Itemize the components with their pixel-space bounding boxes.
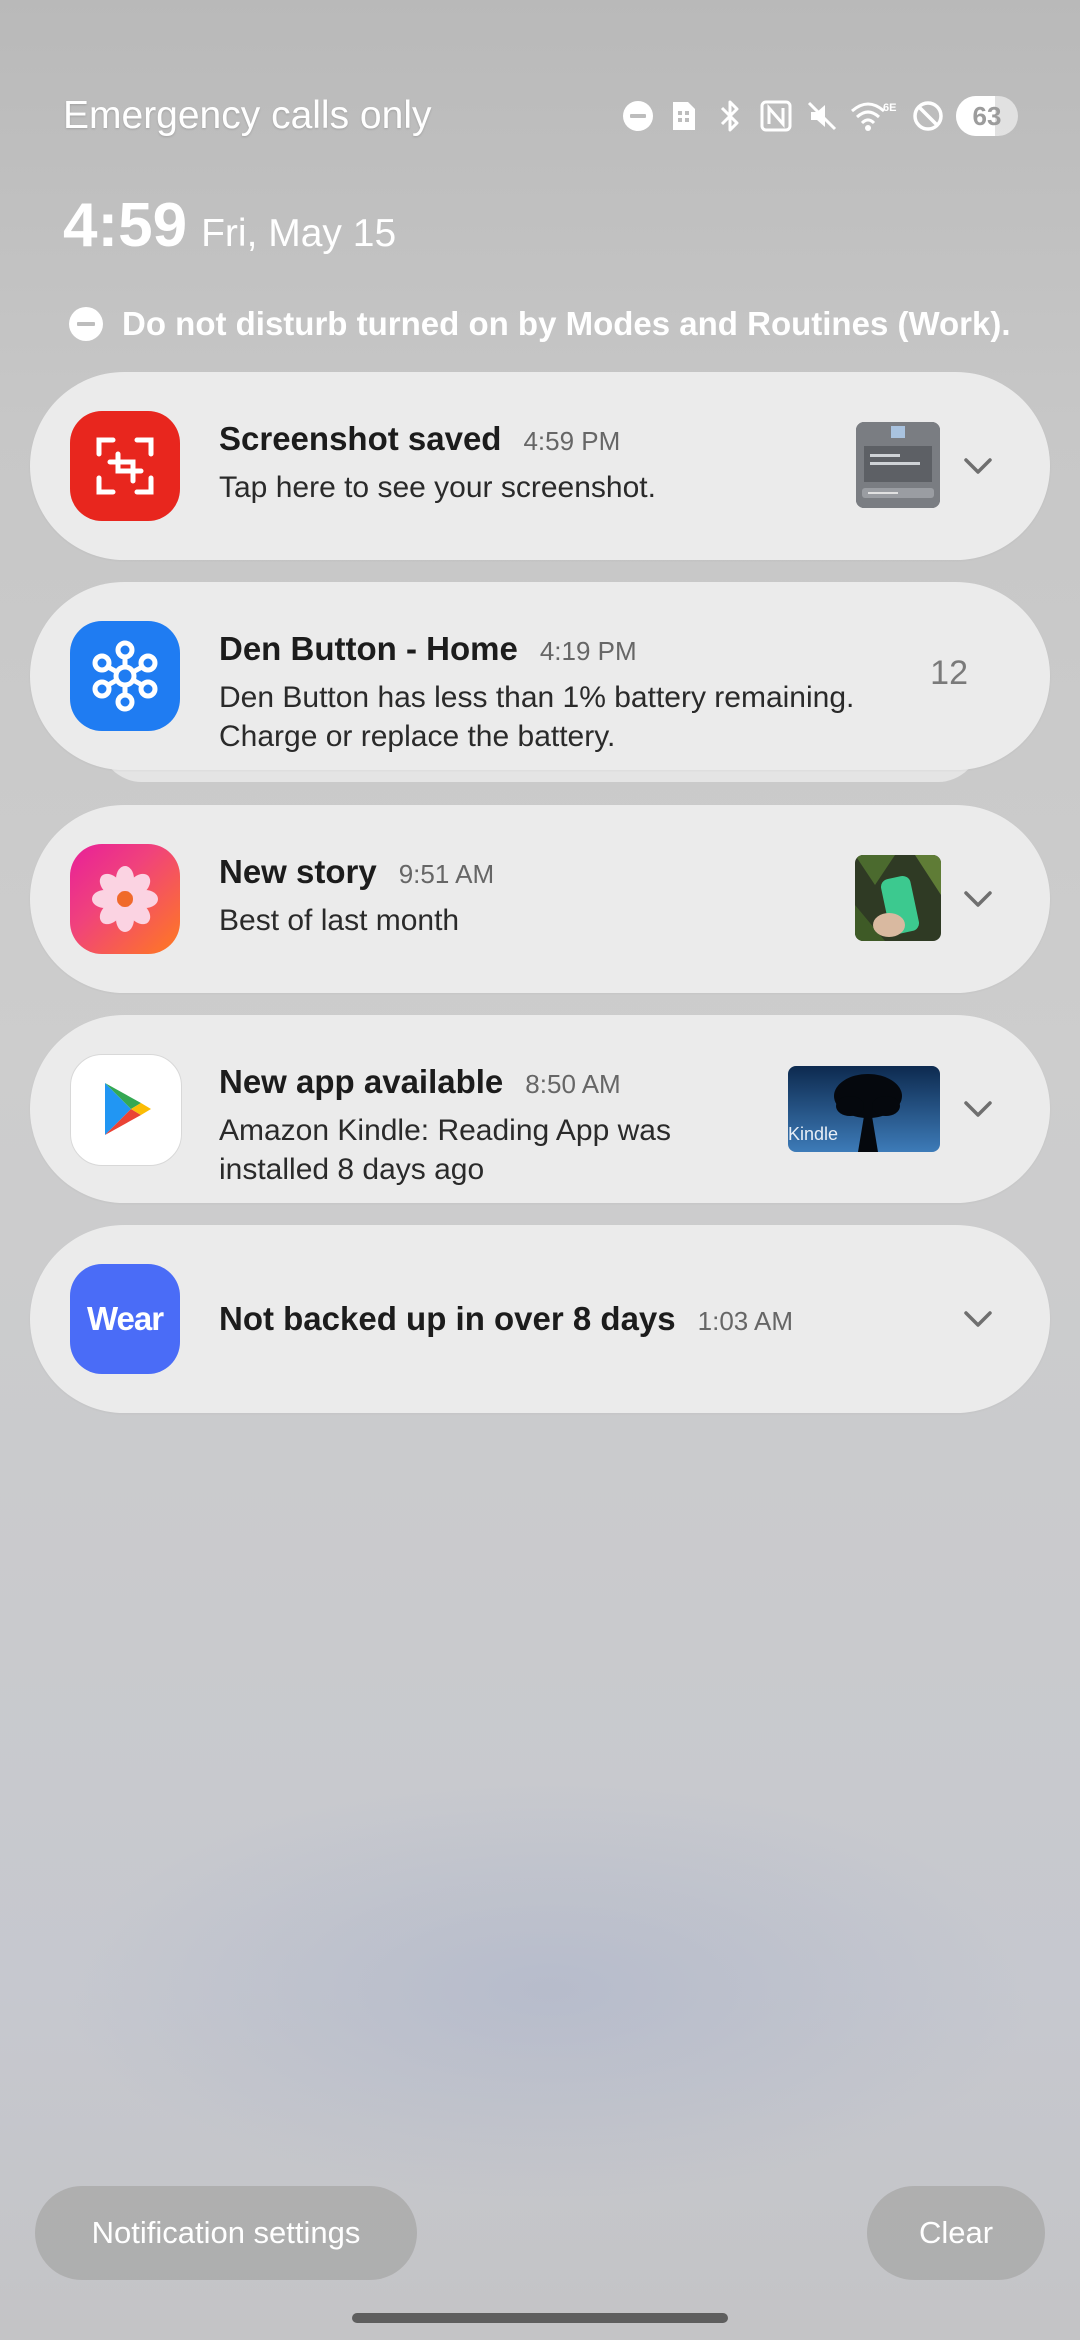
screenshot-thumbnail[interactable] [856, 422, 940, 508]
chevron-down-icon[interactable] [958, 879, 998, 919]
dnd-message: Do not disturb turned on by Modes and Ro… [122, 305, 1011, 342]
kindle-thumbnail[interactable]: Kindle [788, 1066, 940, 1152]
notification-screenshot[interactable]: Screenshot saved 4:59 PM Tap here to see… [30, 372, 1050, 560]
notification-content: Den Button - Home 4:19 PM Den Button has… [219, 630, 919, 756]
screenshot-icon [70, 411, 180, 521]
notification-time: 4:19 PM [539, 636, 637, 666]
notification-time: 4:59 PM [523, 426, 621, 456]
chevron-down-icon[interactable] [958, 446, 998, 486]
wear-icon-label: Wear [86, 1300, 164, 1337]
dnd-icon [620, 98, 656, 134]
gallery-icon [70, 844, 180, 954]
home-indicator[interactable] [352, 2313, 728, 2323]
notification-den-button[interactable]: Den Button - Home 4:19 PM Den Button has… [30, 582, 1050, 770]
notification-count[interactable]: 12 [930, 654, 968, 693]
notification-time: 8:50 AM [525, 1069, 621, 1099]
notification-title: Not backed up in over 8 days [219, 1300, 676, 1337]
notification-title: Screenshot saved [219, 420, 502, 457]
chevron-down-icon[interactable] [958, 1089, 998, 1129]
svg-text:6E: 6E [883, 102, 896, 114]
notification-content: Not backed up in over 8 days 1:03 AM [219, 1300, 839, 1338]
clear-button[interactable]: Clear [867, 2186, 1045, 2280]
notification-body: Tap here to see your screenshot. [219, 471, 656, 504]
wear-icon: Wear [70, 1264, 180, 1374]
bluetooth-icon [712, 98, 748, 134]
notification-settings-button[interactable]: Notification settings [35, 2186, 417, 2280]
smartthings-icon [70, 621, 180, 731]
nfc-icon [758, 98, 794, 134]
play-store-icon [70, 1054, 182, 1166]
status-icons: 6E 63 [620, 96, 1018, 136]
notification-new-story[interactable]: New story 9:51 AM Best of last month [30, 805, 1050, 993]
status-bar: Emergency calls only 6E 63 [0, 0, 1080, 200]
dnd-banner-icon [69, 307, 103, 341]
notification-body: Amazon Kindle: Reading App was installed… [219, 1114, 671, 1186]
notification-title: New app available [219, 1063, 504, 1100]
notification-body: Den Button has less than 1% battery rema… [219, 681, 855, 753]
clock[interactable]: 4:59 [63, 190, 187, 261]
story-thumbnail[interactable] [855, 855, 941, 941]
background-glow [60, 1780, 1040, 2200]
battery-level: 63 [972, 100, 1002, 131]
clock-row: 4:59 Fri, May 15 [63, 190, 396, 261]
notification-time: 9:51 AM [398, 859, 495, 889]
mute-icon [804, 98, 840, 134]
notification-title: Den Button - Home [219, 630, 518, 667]
notification-content: New app available 8:50 AM Amazon Kindle:… [219, 1063, 739, 1189]
notification-title: New story [219, 853, 377, 890]
date[interactable]: Fri, May 15 [201, 212, 396, 256]
sim-icon [666, 98, 702, 134]
notification-content: Screenshot saved 4:59 PM Tap here to see… [219, 420, 839, 507]
notification-new-app[interactable]: New app available 8:50 AM Amazon Kindle:… [30, 1015, 1050, 1203]
wifi-6e-icon: 6E [850, 98, 900, 134]
blocked-icon [910, 98, 946, 134]
notification-wear-backup[interactable]: Wear Not backed up in over 8 days 1:03 A… [30, 1225, 1050, 1413]
notification-content: New story 9:51 AM Best of last month [219, 853, 839, 940]
carrier-label: Emergency calls only [63, 94, 432, 137]
notification-body: Best of last month [219, 904, 460, 937]
battery-indicator: 63 [956, 96, 1018, 136]
dnd-banner[interactable]: Do not disturb turned on by Modes and Ro… [68, 305, 1011, 343]
svg-text:Kindle: Kindle [788, 1124, 838, 1144]
chevron-down-icon[interactable] [958, 1299, 998, 1339]
notification-time: 1:03 AM [697, 1306, 794, 1336]
